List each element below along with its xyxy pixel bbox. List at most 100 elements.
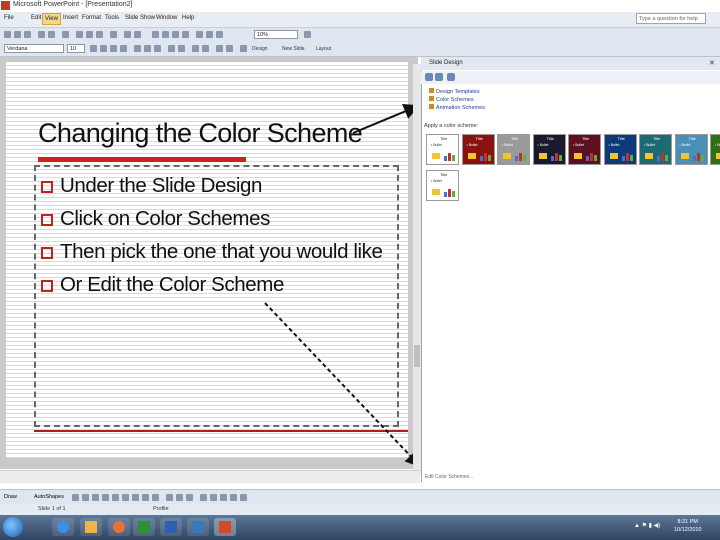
scheme-shape-swatch bbox=[467, 153, 476, 159]
line-icon[interactable] bbox=[72, 494, 79, 501]
forward-icon[interactable] bbox=[435, 73, 443, 81]
scheme-title-text: Title bbox=[688, 136, 696, 141]
diagram-icon[interactable] bbox=[132, 494, 139, 501]
color-scheme-thumbnail[interactable]: Title • Bullet bbox=[497, 134, 530, 165]
ie-icon bbox=[57, 521, 69, 533]
word-icon bbox=[165, 521, 177, 533]
color-schemes-icon bbox=[429, 96, 434, 101]
taskbar-media[interactable] bbox=[108, 518, 130, 536]
scheme-bullet-text: • Bullet bbox=[679, 143, 691, 147]
scheme-bullet-text: • Bullet bbox=[431, 179, 442, 183]
picture-icon[interactable] bbox=[152, 494, 159, 501]
scheme-shape-swatch bbox=[432, 153, 440, 159]
scheme-bullet-text: • Bullet bbox=[715, 143, 720, 147]
color-schemes-link[interactable]: Color Schemes bbox=[429, 96, 474, 103]
color-scheme-thumbnail[interactable]: Title • Bullet bbox=[603, 134, 637, 165]
clock-date: 10/12/2010 bbox=[674, 527, 702, 533]
scheme-bullet-text: • Bullet bbox=[644, 143, 655, 147]
scheme-bullet-text: • Bullet bbox=[608, 143, 620, 147]
scheme-shape-swatch bbox=[609, 153, 618, 159]
3d-style-icon[interactable] bbox=[240, 494, 247, 501]
scheme-chart-icon bbox=[550, 152, 562, 161]
powerpoint-taskbar-icon bbox=[219, 521, 231, 533]
arrow-style-icon[interactable] bbox=[220, 494, 227, 501]
taskbar-ie[interactable] bbox=[52, 518, 74, 536]
folder-icon bbox=[85, 521, 97, 533]
scheme-shape-swatch bbox=[538, 153, 547, 159]
wordart-icon[interactable] bbox=[122, 494, 129, 501]
horizontal-scrollbar[interactable] bbox=[0, 470, 420, 483]
scheme-title-text: Title bbox=[617, 136, 625, 141]
scheme-bullet-text: • Bullet bbox=[502, 143, 513, 147]
animation-schemes-link[interactable]: Animation Schemes bbox=[429, 104, 485, 111]
scheme-chart-icon bbox=[444, 152, 455, 161]
scheme-chart-icon bbox=[479, 152, 491, 161]
color-scheme-thumbnail[interactable]: Title • Bullet bbox=[532, 134, 566, 165]
color-scheme-thumbnail[interactable]: Title • Bullet bbox=[639, 134, 672, 165]
excel-icon bbox=[138, 521, 150, 533]
scheme-chart-icon bbox=[586, 152, 597, 161]
draw-menu-button[interactable]: Draw bbox=[4, 494, 17, 500]
fill-color-icon[interactable] bbox=[166, 494, 173, 501]
scheme-title-text: Title bbox=[582, 136, 590, 141]
line-style-icon[interactable] bbox=[200, 494, 207, 501]
clock[interactable]: 8:21 PM 10/12/2010 bbox=[674, 518, 702, 534]
taskbar-explorer[interactable] bbox=[80, 518, 102, 536]
autoshapes-button[interactable]: AutoShapes bbox=[34, 494, 64, 500]
textbox-icon[interactable] bbox=[112, 494, 119, 501]
taskbar-powerpoint[interactable] bbox=[214, 518, 236, 536]
vertical-scroll-thumb[interactable] bbox=[414, 345, 420, 367]
start-button[interactable] bbox=[3, 517, 23, 537]
color-scheme-thumbnail[interactable]: Title• Bullet bbox=[568, 134, 601, 165]
scheme-chart-icon bbox=[621, 152, 633, 161]
color-scheme-thumbnail[interactable]: Title• Bullet bbox=[710, 134, 720, 165]
scheme-title-text: Title bbox=[511, 136, 519, 141]
scheme-title-text: Title bbox=[653, 136, 661, 141]
arrow-icon[interactable] bbox=[82, 494, 89, 501]
vertical-scrollbar[interactable] bbox=[413, 64, 421, 474]
drawing-toolbar: Draw AutoShapes bbox=[0, 489, 720, 504]
color-scheme-thumbnail[interactable]: Title • Bullet bbox=[461, 134, 495, 165]
color-scheme-thumbnail[interactable]: Title • Bullet bbox=[674, 134, 708, 165]
scheme-title-text: Title bbox=[475, 136, 483, 141]
clipart-icon[interactable] bbox=[142, 494, 149, 501]
color-scheme-thumbnail[interactable]: Title • Bullet bbox=[426, 170, 459, 201]
system-tray[interactable]: ▲ ⚑ ▮ ◀) bbox=[634, 522, 660, 529]
taskbar-word[interactable] bbox=[160, 518, 182, 536]
back-icon[interactable] bbox=[425, 73, 433, 81]
publisher-icon bbox=[192, 521, 204, 533]
task-pane-title: Slide Design bbox=[429, 60, 463, 66]
dash-style-icon[interactable] bbox=[210, 494, 217, 501]
home-icon[interactable] bbox=[447, 73, 455, 81]
line-color-icon[interactable] bbox=[176, 494, 183, 501]
color-scheme-thumbnail[interactable]: Title• Bullet bbox=[426, 134, 459, 165]
scheme-chart-icon bbox=[444, 188, 455, 197]
scheme-shape-swatch bbox=[645, 153, 653, 159]
scheme-shape-swatch bbox=[574, 153, 582, 159]
scheme-chart-icon bbox=[657, 152, 668, 161]
arrow-to-edit-schemes bbox=[264, 302, 422, 468]
scheme-title-text: Title bbox=[440, 172, 448, 177]
scheme-bullet-text: • Bullet bbox=[537, 143, 549, 147]
taskbar-excel[interactable] bbox=[133, 518, 155, 536]
design-templates-link[interactable]: Design Templates bbox=[429, 88, 480, 95]
design-name: Profile bbox=[153, 506, 169, 512]
clock-time: 8:21 PM bbox=[677, 519, 698, 525]
taskbar-publisher[interactable] bbox=[187, 518, 209, 536]
arrow-to-color-schemes bbox=[352, 103, 420, 134]
oval-icon[interactable] bbox=[102, 494, 109, 501]
shadow-style-icon[interactable] bbox=[230, 494, 237, 501]
scheme-shape-swatch bbox=[680, 153, 689, 159]
task-pane bbox=[421, 57, 720, 482]
font-color-draw-icon[interactable] bbox=[186, 494, 193, 501]
scheme-chart-icon bbox=[515, 152, 526, 161]
edit-color-schemes-link[interactable]: Edit Color Schemes... bbox=[421, 472, 720, 482]
scheme-bullet-text: • Bullet bbox=[466, 143, 478, 147]
rectangle-icon[interactable] bbox=[92, 494, 99, 501]
media-player-icon bbox=[113, 521, 125, 533]
task-pane-nav bbox=[421, 71, 720, 84]
slide-count: Slide 1 of 1 bbox=[38, 506, 66, 512]
scheme-title-text: Title bbox=[546, 136, 554, 141]
close-icon[interactable]: ✕ bbox=[709, 59, 715, 67]
scheme-shape-swatch bbox=[503, 153, 511, 159]
